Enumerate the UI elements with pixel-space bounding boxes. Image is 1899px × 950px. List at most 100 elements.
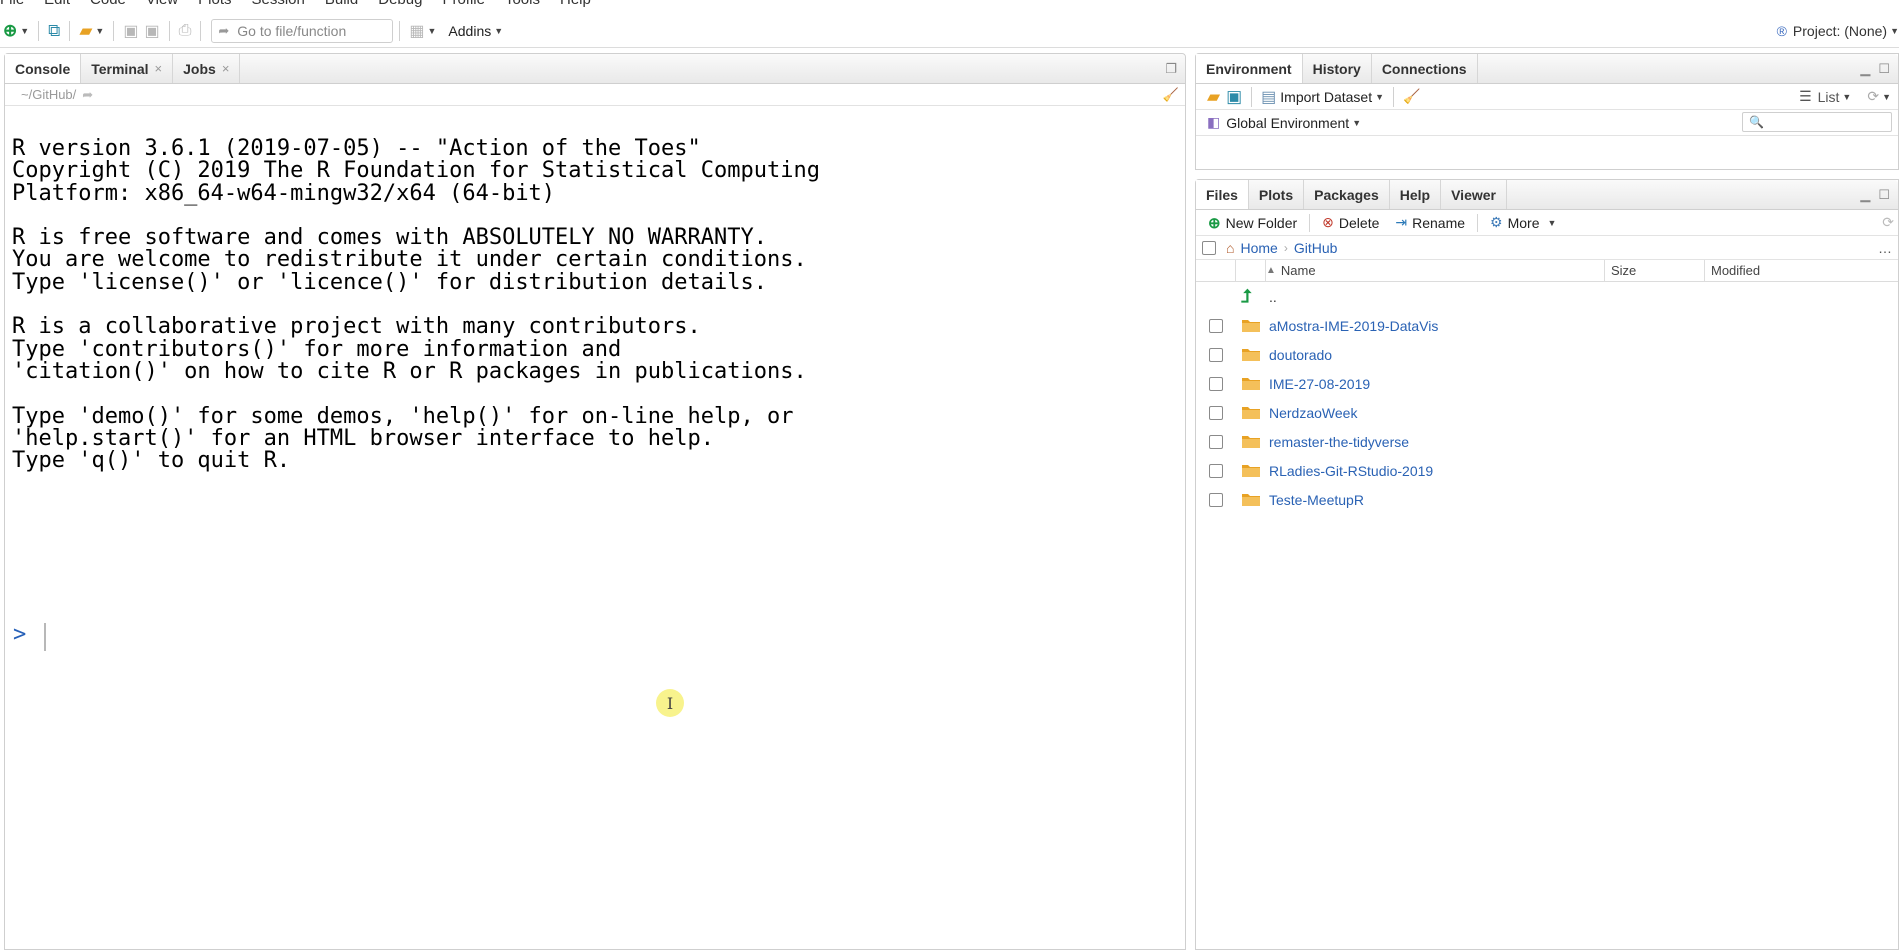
modified-column-label: Modified xyxy=(1711,263,1761,278)
size-column-label: Size xyxy=(1611,263,1637,278)
pane-window-controls: ▁ ☐ xyxy=(1860,187,1890,203)
more-button[interactable]: ⚙ More ▼ xyxy=(1486,214,1560,231)
menu-item-help[interactable]: Help xyxy=(560,0,591,10)
more-options-icon[interactable]: … xyxy=(1878,240,1892,256)
header-icon-column xyxy=(1236,259,1266,282)
file-row[interactable]: NerdzaoWeek xyxy=(1196,398,1898,427)
refresh-environment-button[interactable]: ⟳ ▼ xyxy=(1864,85,1894,109)
console-input-cursor[interactable] xyxy=(44,623,46,651)
folder-link[interactable]: NerdzaoWeek xyxy=(1269,405,1357,421)
clear-workspace-button[interactable]: 🧹 xyxy=(1400,85,1423,109)
maximize-pane-icon[interactable]: ☐ xyxy=(1878,61,1890,77)
menu-item-plots[interactable]: Plots xyxy=(198,0,231,10)
restore-pane-icon[interactable]: ❐ xyxy=(1165,61,1177,77)
save-all-button[interactable]: ▣ xyxy=(141,19,162,43)
addins-button[interactable]: Addins ▼ xyxy=(445,19,506,43)
load-workspace-button[interactable]: ▰ xyxy=(1204,85,1223,109)
file-row[interactable]: doutorado xyxy=(1196,340,1898,369)
file-checkbox[interactable] xyxy=(1209,492,1223,507)
menu-item-code[interactable]: Code xyxy=(90,0,126,10)
file-checkbox[interactable] xyxy=(1209,463,1223,478)
folder-link[interactable]: RLadies-Git-RStudio-2019 xyxy=(1269,463,1433,479)
menu-item-debug[interactable]: Debug xyxy=(378,0,422,10)
minimize-pane-icon[interactable]: ▁ xyxy=(1860,187,1870,203)
list-view-button[interactable]: ☰ List ▼ xyxy=(1796,85,1854,109)
folder-link[interactable]: remaster-the-tidyverse xyxy=(1269,434,1409,450)
file-row[interactable]: RLadies-Git-RStudio-2019 xyxy=(1196,456,1898,485)
environment-scope-selector[interactable]: ◧ Global Environment ▼ xyxy=(1204,111,1364,135)
working-directory[interactable]: ~/GitHub/ xyxy=(21,87,76,102)
file-row[interactable]: IME-27-08-2019 xyxy=(1196,369,1898,398)
save-workspace-button[interactable]: ▣ xyxy=(1223,85,1245,109)
home-icon[interactable]: ⌂ xyxy=(1226,240,1234,256)
minimize-pane-icon[interactable]: ▁ xyxy=(1860,61,1870,77)
project-menu[interactable]: ® Project: (None) ▼ xyxy=(1777,14,1899,48)
save-button[interactable]: ▣ xyxy=(120,19,141,43)
console-tab-terminal[interactable]: Terminal × xyxy=(81,54,174,83)
project-label: Project: (None) xyxy=(1792,23,1888,39)
parent-directory-row[interactable]: ⮥ .. xyxy=(1196,282,1898,311)
file-checkbox[interactable] xyxy=(1209,347,1223,362)
menu-item-tools[interactable]: Tools xyxy=(505,0,540,10)
close-tab-icon[interactable]: × xyxy=(222,61,230,76)
rename-button[interactable]: ⇥ Rename xyxy=(1391,214,1469,231)
files-tab-viewer[interactable]: Viewer xyxy=(1441,180,1507,209)
new-folder-button[interactable]: ⊕ New Folder xyxy=(1204,214,1301,232)
files-tab-packages[interactable]: Packages xyxy=(1304,180,1390,209)
delete-button[interactable]: ⊗ Delete xyxy=(1318,214,1383,231)
file-row[interactable]: aMostra-IME-2019-DataVis xyxy=(1196,311,1898,340)
modified-column-header[interactable]: Modified xyxy=(1704,259,1761,282)
chevron-down-icon: ▼ xyxy=(1842,91,1852,102)
folder-icon xyxy=(1241,376,1261,391)
pane-layout-button[interactable]: ▦ ▼ xyxy=(406,19,439,43)
menu-item-view[interactable]: View xyxy=(146,0,178,10)
env-tab-environment[interactable]: Environment xyxy=(1196,54,1303,83)
files-tab-help[interactable]: Help xyxy=(1390,180,1442,209)
new-file-button[interactable]: ⊕ ▼ xyxy=(0,19,32,43)
file-checkbox[interactable] xyxy=(1209,318,1223,333)
file-checkbox[interactable] xyxy=(1209,405,1223,420)
file-checkbox[interactable] xyxy=(1209,376,1223,391)
console-tab-jobs[interactable]: Jobs × xyxy=(173,54,241,83)
folder-link[interactable]: IME-27-08-2019 xyxy=(1269,376,1370,392)
goto-file-input[interactable]: ➦ Go to file/function xyxy=(211,18,394,43)
menu-item-file[interactable]: File xyxy=(0,0,24,10)
folder-icon xyxy=(1241,434,1261,449)
go-to-directory-icon[interactable]: ➦ xyxy=(82,87,93,103)
print-button[interactable]: ⎙ xyxy=(176,19,195,43)
files-toolbar: ⊕ New Folder ⊗ Delete ⇥ Rename ⚙ More ▼ ⟳ xyxy=(1196,210,1898,236)
open-folder-icon: ▰ xyxy=(1207,86,1221,106)
open-file-button[interactable]: ▰ ▼ xyxy=(76,19,107,43)
folder-link[interactable]: Teste-MeetupR xyxy=(1269,492,1364,508)
toolbar-separator xyxy=(1309,213,1311,232)
maximize-pane-icon[interactable]: ☐ xyxy=(1878,187,1890,203)
name-column-header[interactable]: ▲ Name xyxy=(1266,263,1316,278)
environment-search-input[interactable]: 🔍 xyxy=(1742,112,1892,132)
breadcrumb-home[interactable]: Home xyxy=(1240,240,1277,256)
clear-console-icon[interactable]: 🧹 xyxy=(1163,87,1179,103)
breadcrumb-github[interactable]: GitHub xyxy=(1294,240,1338,256)
files-tab-files[interactable]: Files xyxy=(1196,180,1249,209)
env-tab-connections[interactable]: Connections xyxy=(1372,54,1478,83)
size-column-header[interactable]: Size xyxy=(1604,259,1637,282)
menu-item-build[interactable]: Build xyxy=(325,0,358,10)
select-all-checkbox[interactable] xyxy=(1202,240,1216,255)
menu-item-profile[interactable]: Profile xyxy=(442,0,485,10)
files-tab-plots[interactable]: Plots xyxy=(1249,180,1305,209)
toolbar-separator xyxy=(200,20,202,41)
env-tab-history[interactable]: History xyxy=(1303,54,1372,83)
folder-link[interactable]: aMostra-IME-2019-DataVis xyxy=(1269,318,1438,334)
file-row[interactable]: Teste-MeetupR xyxy=(1196,485,1898,514)
new-project-button[interactable]: ⧉ xyxy=(45,19,63,43)
chevron-down-icon: ▼ xyxy=(1375,91,1385,102)
file-row[interactable]: remaster-the-tidyverse xyxy=(1196,427,1898,456)
menu-item-edit[interactable]: Edit xyxy=(44,0,70,10)
refresh-files-icon[interactable]: ⟳ xyxy=(1882,214,1894,231)
import-dataset-button[interactable]: ▤ Import Dataset ▼ xyxy=(1258,85,1387,109)
parent-directory-link[interactable]: .. xyxy=(1269,289,1277,305)
folder-link[interactable]: doutorado xyxy=(1269,347,1332,363)
close-tab-icon[interactable]: × xyxy=(155,61,163,76)
file-checkbox[interactable] xyxy=(1209,434,1223,449)
console-tab-console[interactable]: Console xyxy=(5,54,82,83)
menu-item-session[interactable]: Session xyxy=(252,0,305,10)
